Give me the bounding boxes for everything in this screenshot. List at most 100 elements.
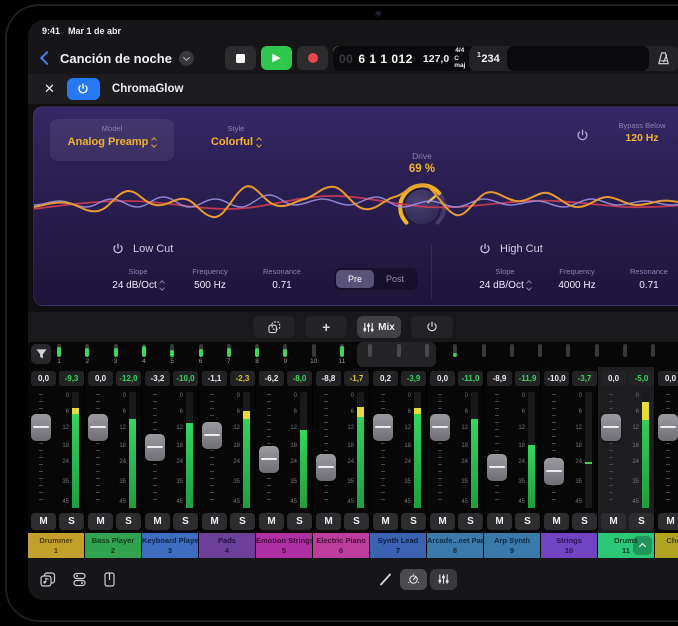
high-cut-power-button[interactable] <box>479 243 491 255</box>
fader-db-value[interactable]: 0,2 <box>373 371 398 386</box>
pre-button[interactable]: Pre <box>336 270 374 288</box>
fader-handle[interactable] <box>316 454 336 481</box>
mute-button[interactable]: M <box>202 513 227 530</box>
fader-handle[interactable] <box>601 414 621 441</box>
peak-db-value[interactable]: -11,9 <box>515 371 540 386</box>
track-tag[interactable]: Arp Synth 9 <box>484 533 540 558</box>
fader-handle[interactable] <box>145 434 165 461</box>
solo-button[interactable]: S <box>173 513 198 530</box>
fader-db-value[interactable]: -10,0 <box>544 371 569 386</box>
mute-button[interactable]: M <box>31 513 56 530</box>
faders-view-button[interactable] <box>430 569 457 590</box>
plugin-power-button[interactable] <box>67 78 100 100</box>
track-tag[interactable]: Emotion Strings 5 <box>256 533 312 558</box>
track-tag[interactable]: Chorus V 12 <box>655 533 678 558</box>
bypass-power-button[interactable] <box>576 129 589 142</box>
peak-db-value[interactable]: -1,7 <box>344 371 369 386</box>
fader-db-value[interactable]: 0,0 <box>658 371 678 386</box>
track-tag[interactable]: Electric Piano 6 <box>313 533 369 558</box>
nav-slot[interactable] <box>621 344 629 357</box>
nav-slot[interactable]: 9 <box>281 344 289 365</box>
nav-slot[interactable] <box>508 344 516 357</box>
nav-slot[interactable]: 3 <box>112 344 120 365</box>
nav-slot[interactable]: 7 <box>225 344 233 365</box>
bypass-below-control[interactable]: Bypass Below 120 Hz <box>600 121 678 144</box>
peak-db-value[interactable]: -2,3 <box>230 371 255 386</box>
mix-button[interactable]: Mix <box>357 316 401 338</box>
low-cut-slope[interactable]: Slope 24 dB/Oct <box>112 267 164 291</box>
solo-button[interactable]: S <box>344 513 369 530</box>
collapse-chevron-button[interactable] <box>633 536 652 555</box>
lcd-display[interactable]: 00 6 1 1 012 127,0 4/4 C maj In Out MIDI <box>333 46 475 71</box>
nav-slot[interactable]: 8 <box>253 344 261 365</box>
mute-button[interactable]: M <box>658 513 678 530</box>
mute-button[interactable]: M <box>487 513 512 530</box>
fader-handle[interactable] <box>202 422 222 449</box>
fader-db-value[interactable]: -3,2 <box>145 371 170 386</box>
fader-handle[interactable] <box>373 414 393 441</box>
solo-button[interactable]: S <box>629 513 654 530</box>
mute-button[interactable]: M <box>601 513 626 530</box>
nav-slot[interactable] <box>564 344 572 357</box>
nav-slot[interactable] <box>649 344 657 357</box>
mute-button[interactable]: M <box>544 513 569 530</box>
back-button[interactable] <box>38 53 56 63</box>
track-tag[interactable]: Synth Lead 7 <box>370 533 426 558</box>
mixer-power-button[interactable] <box>411 316 453 338</box>
nav-slot[interactable] <box>480 344 488 357</box>
high-cut-resonance[interactable]: Resonance 0.71 <box>623 267 675 291</box>
fader-db-value[interactable]: -1,1 <box>202 371 227 386</box>
fader-handle[interactable] <box>259 446 279 473</box>
low-cut-resonance[interactable]: Resonance 0.71 <box>256 267 308 291</box>
song-menu-button[interactable] <box>179 51 194 66</box>
mute-button[interactable]: M <box>373 513 398 530</box>
solo-button[interactable]: S <box>287 513 312 530</box>
nav-window[interactable] <box>357 342 436 367</box>
loop-browser-button[interactable] <box>40 572 56 587</box>
solo-button[interactable]: S <box>401 513 426 530</box>
mute-button[interactable]: M <box>430 513 455 530</box>
fader-handle[interactable] <box>487 454 507 481</box>
fader-db-value[interactable]: 0,0 <box>601 371 626 386</box>
solo-button[interactable]: S <box>59 513 84 530</box>
nav-slot[interactable]: 11 <box>338 344 346 365</box>
track-tag[interactable]: Drums 11 <box>598 533 654 558</box>
close-icon[interactable]: ✕ <box>44 81 55 97</box>
fader-db-value[interactable]: 0,0 <box>31 371 56 386</box>
mute-button[interactable]: M <box>316 513 341 530</box>
track-tag[interactable]: Drummer 1 <box>28 533 84 558</box>
fader-handle[interactable] <box>31 414 51 441</box>
track-tag[interactable]: Bass Player 2 <box>85 533 141 558</box>
fader-handle[interactable] <box>88 414 108 441</box>
nav-slot[interactable]: 6 <box>197 344 205 365</box>
track-tag[interactable]: Strings 10 <box>541 533 597 558</box>
high-cut-slope[interactable]: Slope 24 dB/Oct <box>479 267 531 291</box>
controls-view-button[interactable] <box>400 569 427 590</box>
solo-button[interactable]: S <box>515 513 540 530</box>
solo-button[interactable]: S <box>116 513 141 530</box>
track-tag[interactable]: Arcade...eet Pad 8 <box>427 533 483 558</box>
mute-button[interactable]: M <box>259 513 284 530</box>
peak-db-value[interactable]: -3,7 <box>572 371 597 386</box>
nav-slot[interactable] <box>593 344 601 357</box>
nav-slot[interactable]: 4 <box>140 344 148 365</box>
metronome-button[interactable] <box>656 51 671 66</box>
peak-db-value[interactable]: -3,9 <box>401 371 426 386</box>
fader-db-value[interactable]: -6,2 <box>259 371 284 386</box>
count-in-button[interactable]: 1234 <box>477 53 500 65</box>
play-button[interactable]: ▶ <box>261 46 292 70</box>
peak-db-value[interactable]: -11,0 <box>458 371 483 386</box>
nav-slot[interactable]: 1 <box>55 344 63 365</box>
record-button[interactable] <box>297 46 328 70</box>
peak-db-value[interactable]: -8,0 <box>287 371 312 386</box>
peak-db-value[interactable]: -5,0 <box>629 371 654 386</box>
fader-handle[interactable] <box>544 458 564 485</box>
mute-button[interactable]: M <box>88 513 113 530</box>
peak-db-value[interactable]: -9,3 <box>59 371 84 386</box>
fader-db-value[interactable]: -8,9 <box>487 371 512 386</box>
model-selector[interactable]: Model Analog Preamp <box>50 119 174 161</box>
high-cut-frequency[interactable]: Frequency 4000 Hz <box>551 267 603 291</box>
nav-slot[interactable]: 10 <box>310 344 318 365</box>
plugins-button[interactable] <box>72 572 87 587</box>
track-tag[interactable]: Pads 4 <box>199 533 255 558</box>
